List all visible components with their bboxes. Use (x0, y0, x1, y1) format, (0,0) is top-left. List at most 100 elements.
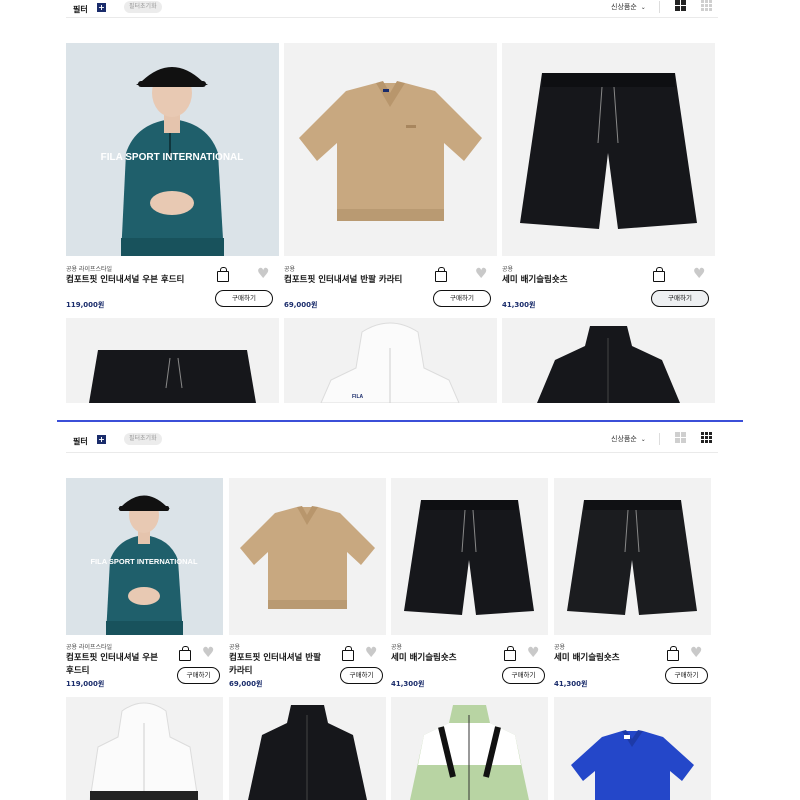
filter-label[interactable]: 필터 (73, 4, 88, 15)
product-image[interactable]: FILA SPORT INTERNATIONAL (66, 478, 223, 635)
plus-icon[interactable]: + (97, 3, 106, 12)
heart-icon[interactable]: ♥ (690, 646, 703, 660)
product-name[interactable]: 컴포트핏 인터내셔널 우븐 후드티 (66, 652, 166, 678)
black-shorts-image (391, 478, 548, 635)
product-card[interactable]: FILA SPORT INTERNATIONAL 공용 라이프스타일 컴포트핏 … (66, 43, 279, 313)
model-teal-hoodie-image: FILA SPORT INTERNATIONAL (66, 478, 223, 635)
plus-icon[interactable]: + (97, 435, 106, 444)
buy-button[interactable]: 구매하기 (502, 667, 545, 684)
heart-icon[interactable]: ♥ (365, 646, 378, 660)
product-name[interactable]: 세미 배기슬림숏츠 (554, 652, 654, 665)
filter-reset-button[interactable]: 필터초기화 (124, 433, 162, 445)
filter-label[interactable]: 필터 (73, 436, 88, 447)
toolbar-rule (66, 17, 718, 18)
white-windbreaker-image (66, 697, 223, 800)
product-price: 119,000원 (66, 680, 105, 688)
product-name[interactable]: 컴포트핏 인터내셔널 반팔 카라티 (284, 274, 434, 287)
grid-2col-icon[interactable] (675, 432, 686, 443)
model-teal-hoodie-image: FILA SPORT INTERNATIONAL (66, 43, 279, 256)
sort-dropdown[interactable]: 신상품순 ⌄ (611, 434, 646, 444)
beige-collar-tee-image (229, 478, 386, 635)
product-image[interactable] (502, 43, 715, 256)
green-white-jacket-image (391, 697, 548, 800)
filter-toolbar: 필터 + 필터초기화 신상품순 ⌄ (66, 432, 718, 454)
product-category: 공용 (284, 266, 296, 273)
product-card[interactable]: FILA SPORT INTERNATIONAL 공용 라이프스타일 컴포트핏 … (66, 478, 223, 692)
product-card[interactable] (502, 318, 715, 403)
product-price: 69,000원 (229, 680, 263, 688)
heart-icon[interactable]: ♥ (527, 646, 540, 660)
product-image[interactable]: FILA (284, 318, 497, 403)
product-image[interactable] (284, 43, 497, 256)
buy-button[interactable]: 구매하기 (665, 667, 708, 684)
toolbar-separator (659, 1, 660, 13)
hoodie-print: FILA SPORT INTERNATIONAL (90, 557, 197, 566)
product-card[interactable]: 공용 세미 배기슬림숏츠 ♥ 구매하기 41,300원 (554, 478, 711, 692)
product-price: 41,300원 (391, 680, 425, 688)
sort-label: 신상품순 (611, 3, 637, 11)
listing-view-large: 필터 + 필터초기화 신상품순 ⌄ FILA SPORT INTERNATIONA… (0, 0, 800, 420)
product-card[interactable] (391, 697, 548, 800)
buy-button[interactable]: 구매하기 (340, 667, 383, 684)
product-image[interactable] (229, 478, 386, 635)
shopping-bag-icon[interactable] (342, 646, 354, 661)
hoodie-print: FILA SPORT INTERNATIONAL (101, 152, 244, 163)
shopping-bag-icon[interactable] (179, 646, 191, 661)
shopping-bag-icon[interactable] (504, 646, 516, 661)
product-card[interactable] (66, 697, 223, 800)
shopping-bag-icon[interactable] (435, 267, 447, 282)
product-card[interactable]: 공용 세미 배기슬림숏츠 ♥ 구매하기 41,300원 (502, 43, 715, 313)
heart-icon[interactable]: ♥ (202, 646, 215, 660)
product-image[interactable] (66, 697, 223, 800)
product-category: 공용 라이프스타일 (66, 266, 113, 273)
blue-polo-image (554, 697, 711, 800)
product-image[interactable] (554, 697, 711, 800)
product-price: 69,000원 (284, 301, 318, 309)
sort-dropdown[interactable]: 신상품순 ⌄ (611, 2, 646, 12)
product-image[interactable] (502, 318, 715, 403)
toolbar-rule (66, 452, 718, 453)
sort-label: 신상품순 (611, 435, 637, 443)
product-category: 공용 라이프스타일 (66, 644, 113, 651)
grid-4col-icon[interactable] (701, 432, 712, 443)
product-card[interactable]: FILA (284, 318, 497, 403)
product-category: 공용 (502, 266, 514, 273)
product-image[interactable] (391, 697, 548, 800)
product-name[interactable]: 컴포트핏 인터내셔널 우븐 후드티 (66, 274, 216, 287)
chevron-down-icon: ⌄ (640, 4, 646, 11)
product-image[interactable] (391, 478, 548, 635)
buy-button[interactable]: 구매하기 (433, 290, 491, 307)
product-name[interactable]: 컴포트핏 인터내셔널 반팔 카라티 (229, 652, 329, 678)
shopping-bag-icon[interactable] (653, 267, 665, 282)
shopping-bag-icon[interactable] (667, 646, 679, 661)
white-windbreaker-image: FILA (284, 318, 497, 403)
product-card[interactable] (554, 697, 711, 800)
product-card[interactable]: 공용 컴포트핏 인터내셔널 반팔 카라티 ♥ 구매하기 69,000원 (284, 43, 497, 313)
grid-4col-icon[interactable] (701, 0, 712, 11)
buy-button[interactable]: 구매하기 (215, 290, 273, 307)
product-image[interactable] (66, 318, 279, 403)
buy-button[interactable]: 구매하기 (651, 290, 709, 307)
product-card[interactable]: 공용 컴포트핏 인터내셔널 반팔 카라티 ♥ 구매하기 69,000원 (229, 478, 386, 692)
heart-icon[interactable]: ♥ (257, 267, 270, 281)
chevron-down-icon: ⌄ (640, 436, 646, 443)
product-image[interactable] (554, 478, 711, 635)
product-name[interactable]: 세미 배기슬림숏츠 (502, 274, 652, 287)
buy-button[interactable]: 구매하기 (177, 667, 220, 684)
product-card[interactable] (66, 318, 279, 403)
product-image[interactable] (229, 697, 386, 800)
filter-reset-button[interactable]: 필터초기화 (124, 1, 162, 13)
shopping-bag-icon[interactable] (217, 267, 229, 282)
toolbar-separator (659, 433, 660, 445)
product-category: 공용 (391, 644, 403, 651)
product-card[interactable]: 공용 세미 배기슬림숏츠 ♥ 구매하기 41,300원 (391, 478, 548, 692)
black-track-jacket-image (502, 318, 715, 403)
listing-view-small: 필터 + 필터초기화 신상품순 ⌄ FILA SPORT INTERNATIONA… (0, 430, 800, 800)
product-name[interactable]: 세미 배기슬림숏츠 (391, 652, 491, 665)
heart-icon[interactable]: ♥ (693, 267, 706, 281)
heart-icon[interactable]: ♥ (475, 267, 488, 281)
filter-toolbar: 필터 + 필터초기화 신상품순 ⌄ (66, 0, 718, 22)
product-image[interactable]: FILA SPORT INTERNATIONAL (66, 43, 279, 256)
grid-2col-icon[interactable] (675, 0, 686, 11)
product-card[interactable] (229, 697, 386, 800)
